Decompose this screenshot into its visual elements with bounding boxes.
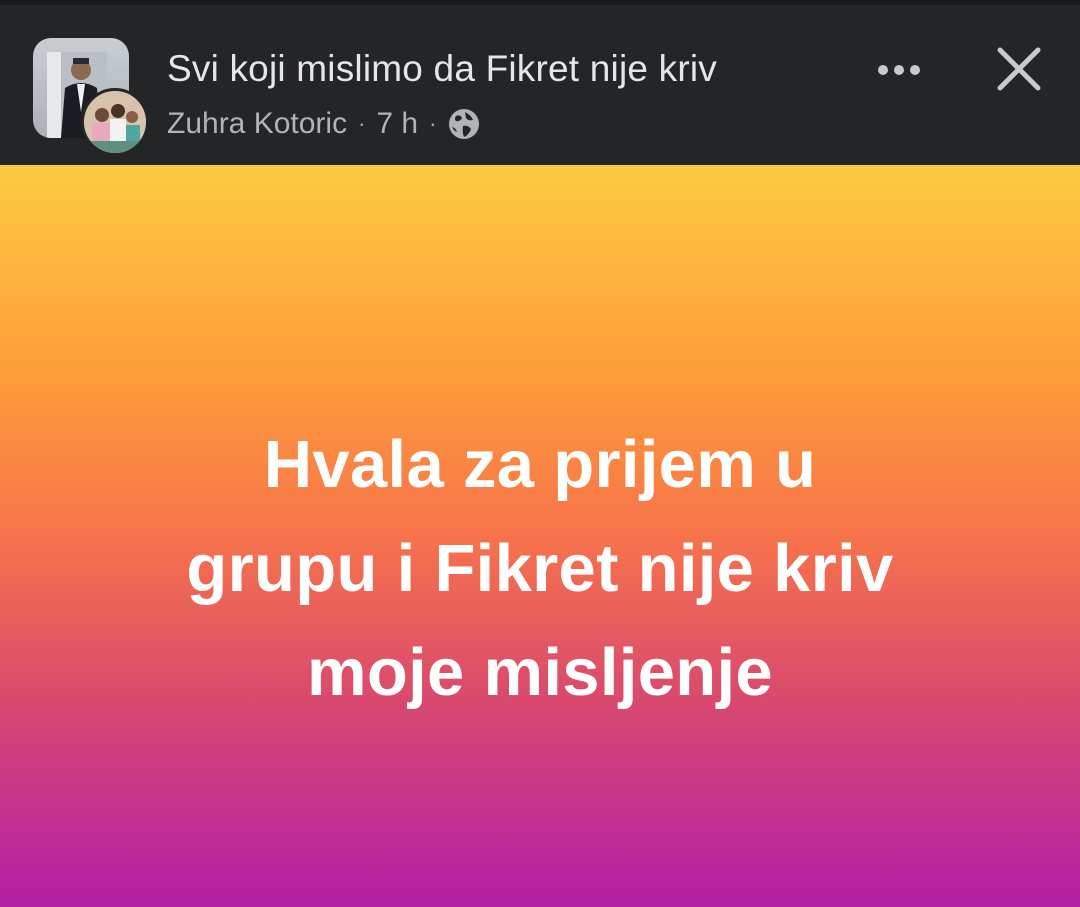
group-photo	[84, 91, 146, 153]
group-title[interactable]: Svi koji mislimo da Fikret nije kriv	[167, 48, 717, 90]
more-dots-icon	[878, 65, 920, 75]
author-avatar[interactable]	[81, 88, 149, 156]
close-button[interactable]	[990, 40, 1048, 98]
post-meta: Zuhra Kotoric · 7 h ·	[167, 104, 481, 144]
header-top-edge	[0, 0, 1080, 5]
post-time[interactable]: 7 h	[376, 107, 418, 141]
more-options-button[interactable]	[867, 48, 931, 92]
author-name[interactable]: Zuhra Kotoric	[167, 107, 347, 141]
post-text: Hvala za prijem u grupu i Fikret nije kr…	[60, 413, 1020, 725]
meta-separator: ·	[429, 111, 437, 136]
post-header: Svi koji mislimo da Fikret nije kriv Zuh…	[0, 0, 1080, 165]
globe-icon	[449, 109, 480, 139]
post-text-line: Hvala za prijem u	[263, 427, 817, 502]
close-icon	[997, 47, 1041, 91]
meta-separator: ·	[358, 111, 366, 136]
group-avatar[interactable]	[33, 38, 149, 156]
post-text-line: moje misljenje	[307, 635, 773, 710]
post-background: Hvala za prijem u grupu i Fikret nije kr…	[0, 165, 1080, 907]
post-text-line: grupu i Fikret nije kriv	[186, 531, 894, 606]
